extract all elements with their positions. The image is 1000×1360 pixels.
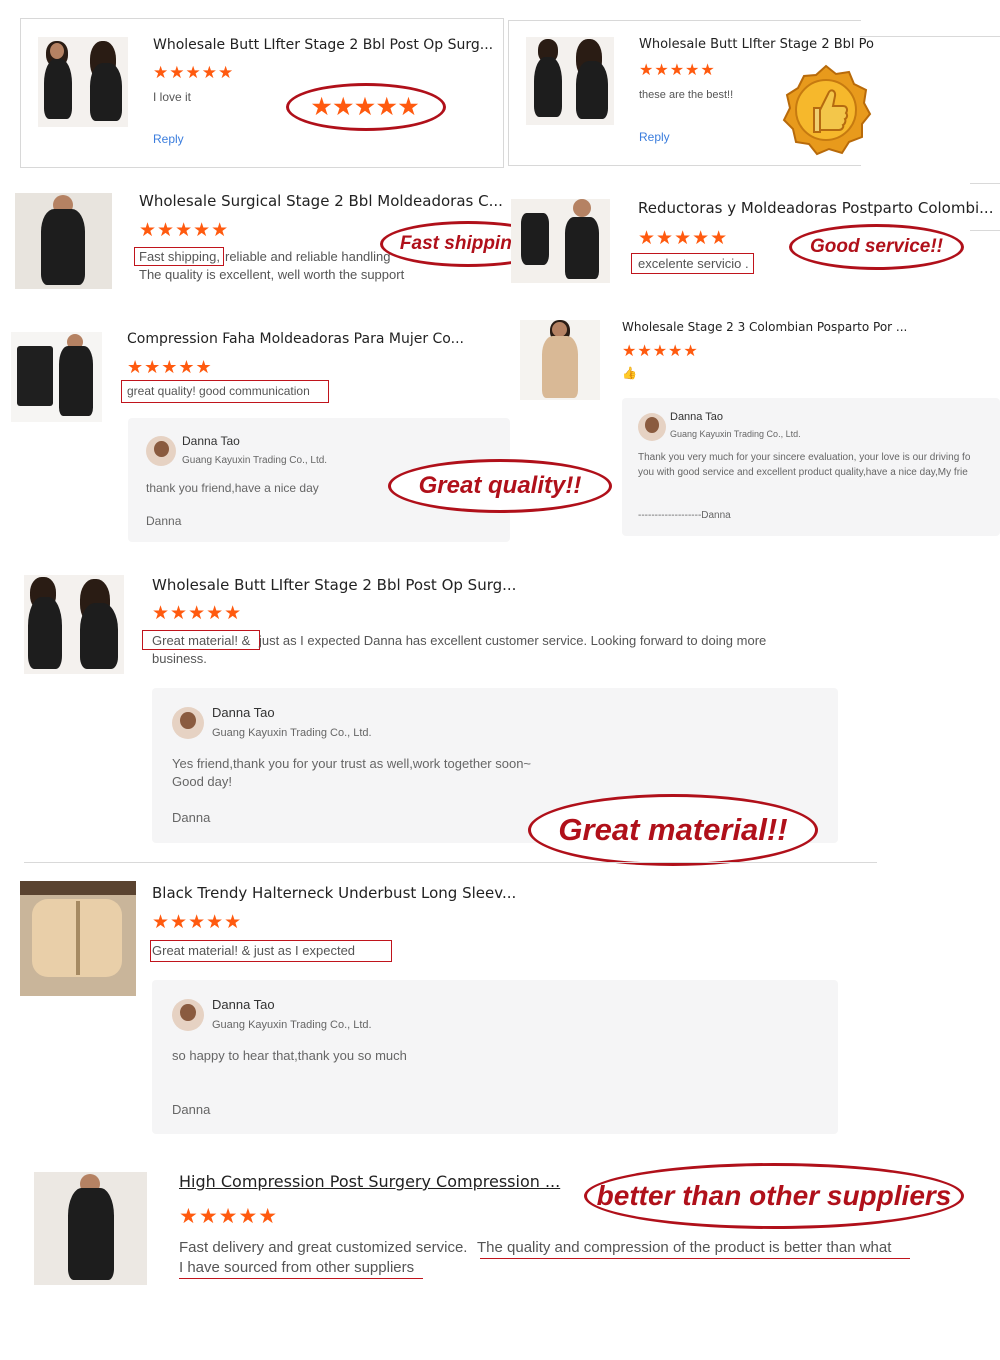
review-text: Great material! & just as I expected	[152, 943, 356, 958]
review-title[interactable]: Reductoras y Moldeadoras Postparto Colom…	[638, 199, 993, 217]
seller-avatar	[146, 436, 176, 466]
section-divider	[24, 862, 877, 863]
rating-stars: ★★★★★	[127, 357, 213, 377]
emphasis-underline	[480, 1258, 910, 1259]
rating-stars: ★★★★★	[638, 228, 729, 249]
rating-stars: ★★★★★	[153, 63, 235, 82]
product-image-7[interactable]	[24, 575, 124, 674]
card-top-line	[970, 183, 1000, 184]
product-image-2[interactable]	[526, 37, 614, 125]
review-title[interactable]: Wholesale Butt LIfter Stage 2 Bbl Post O…	[153, 37, 493, 53]
rating-stars: ★★★★★	[622, 343, 699, 360]
review-text: excelente servicio .	[638, 256, 749, 271]
seller-avatar	[638, 413, 666, 441]
seller-signature: Danna	[146, 514, 182, 528]
seller-reply-text: Thank you very much for your sincere eva…	[638, 452, 971, 463]
review-text: I love it	[153, 90, 192, 104]
review-text: reliable and reliable handling	[225, 249, 391, 264]
review-text-line2: I have sourced from other suppliers	[179, 1259, 415, 1276]
review-text-line2: The quality is excellent, well worth the…	[139, 267, 405, 282]
review-text-highlight: Fast shipping,	[139, 249, 220, 264]
seller-reply-text: so happy to hear that,thank you so much	[172, 1048, 407, 1063]
highlight-bubble: Great quality!!	[388, 459, 612, 513]
product-image-5[interactable]	[11, 332, 102, 422]
seller-signature: Danna	[172, 1102, 211, 1117]
review-text: these are the best!!	[639, 89, 734, 101]
rating-stars: ★★★★★	[152, 912, 243, 933]
review-text-highlight: Great material! &	[152, 633, 251, 648]
review-text: just as I expected Danna has excellent c…	[259, 633, 767, 648]
seller-name: Danna Tao	[212, 997, 275, 1012]
seller-signature: -------------------Danna	[638, 510, 731, 521]
emphasis-underline-2	[179, 1278, 423, 1279]
review-title[interactable]: Wholesale Surgical Stage 2 Bbl Moldeador…	[139, 192, 503, 210]
rating-stars: ★★★★★	[639, 62, 716, 79]
product-image-4[interactable]	[511, 199, 610, 283]
seller-reply-text: thank you friend,have a nice day	[146, 481, 319, 495]
product-image-6[interactable]	[520, 320, 600, 400]
highlight-bubble-stars: ★★★★★	[286, 83, 446, 131]
bubble-label: Good service!!	[809, 236, 944, 257]
review-title[interactable]: Wholesale Butt LIfter Stage 2 Bbl Post O…	[152, 576, 516, 594]
seller-signature: Danna	[172, 810, 211, 825]
review-title[interactable]: High Compression Post Surgery Compressio…	[179, 1172, 560, 1191]
product-image-8[interactable]	[20, 881, 136, 996]
bubble-label: Great material!!	[558, 812, 788, 847]
review-text: Fast delivery and great customized servi…	[179, 1239, 468, 1256]
seller-avatar	[172, 707, 204, 739]
review-title[interactable]: Black Trendy Halterneck Underbust Long S…	[152, 884, 516, 902]
card-bottom-line	[970, 230, 1000, 231]
rating-stars: ★★★★★	[152, 603, 243, 624]
seller-company: Guang Kayuxin Trading Co., Ltd.	[212, 1019, 372, 1031]
seller-company: Guang Kayuxin Trading Co., Ltd.	[212, 727, 372, 739]
review-title[interactable]: Compression Faha Moldeadoras Para Mujer …	[127, 331, 464, 347]
bubble-label: better than other suppliers	[596, 1180, 952, 1211]
seller-company: Guang Kayuxin Trading Co., Ltd.	[182, 455, 328, 466]
reply-link[interactable]: Reply	[639, 130, 670, 144]
rating-stars: ★★★★★	[179, 1205, 279, 1228]
highlight-bubble: Great material!!	[528, 794, 818, 866]
seller-name: Danna Tao	[182, 434, 240, 448]
review-text: great quality! good communication	[127, 384, 310, 398]
seller-name: Danna Tao	[212, 705, 275, 720]
bubble-stars: ★★★★★	[311, 94, 421, 119]
seller-name: Danna Tao	[670, 411, 724, 423]
reply-link[interactable]: Reply	[153, 132, 184, 146]
rating-stars: ★★★★★	[139, 220, 230, 241]
product-image-3[interactable]	[15, 193, 112, 289]
product-image-9[interactable]	[34, 1172, 147, 1285]
bubble-label: Great quality!!	[418, 472, 582, 499]
seller-reply-text-line2: Good day!	[172, 774, 232, 789]
thumbs-up-badge-icon	[780, 64, 872, 156]
card-top-line	[860, 36, 1000, 37]
review-text-emphasis: The quality and compression of the produ…	[477, 1239, 892, 1256]
review-text-line2: business.	[152, 651, 207, 666]
seller-company: Guang Kayuxin Trading Co., Ltd.	[670, 429, 801, 439]
review-title[interactable]: Wholesale Butt LIfter Stage 2 Bbl Po	[639, 37, 874, 52]
product-image-1[interactable]	[38, 37, 128, 127]
highlight-bubble: Good service!!	[789, 224, 964, 270]
seller-reply-text-line2: you with good service and excellent prod…	[638, 467, 968, 478]
thumbs-up-emoji-icon: 👍	[622, 366, 637, 380]
highlight-bubble: better than other suppliers	[584, 1163, 964, 1229]
seller-avatar	[172, 999, 204, 1031]
seller-reply-text: Yes friend,thank you for your trust as w…	[172, 756, 532, 771]
review-title[interactable]: Wholesale Stage 2 3 Colombian Posparto P…	[622, 320, 907, 334]
